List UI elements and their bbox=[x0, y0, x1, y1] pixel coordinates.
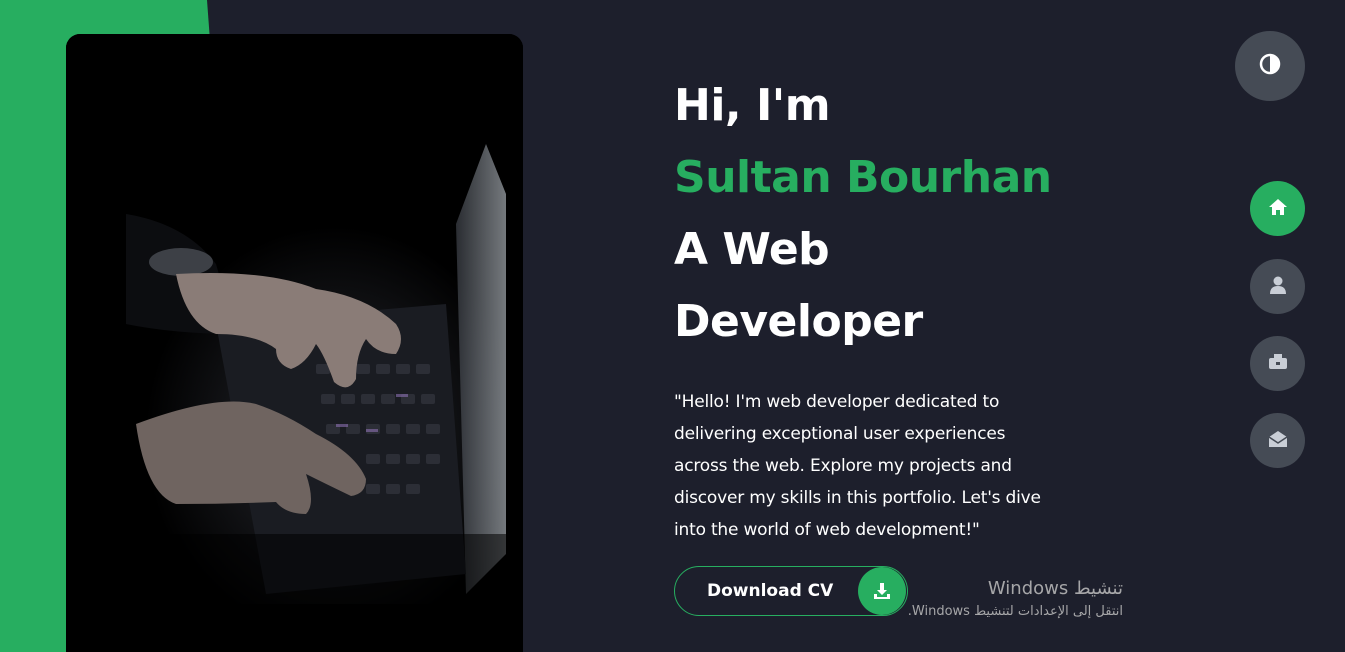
watermark-title: تنشيط Windows bbox=[987, 578, 1123, 599]
home-icon bbox=[1267, 197, 1289, 221]
windows-activation-watermark: تنشيط Windows انتقل إلى الإعدادات لتنشيط… bbox=[908, 578, 1123, 622]
watermark-subtitle: انتقل إلى الإعدادات لتنشيط Windows. bbox=[907, 604, 1123, 619]
hero-content: Hi, I'm Sultan Bourhan A Web Developer "… bbox=[674, 70, 1074, 616]
nav-home-button[interactable] bbox=[1250, 181, 1305, 236]
nav-about-button[interactable] bbox=[1250, 259, 1305, 314]
briefcase-icon bbox=[1268, 353, 1288, 375]
role-line-1: A Web bbox=[674, 224, 830, 275]
hero-heading: Hi, I'm Sultan Bourhan A Web Developer bbox=[674, 70, 1074, 358]
nav-portfolio-button[interactable] bbox=[1250, 336, 1305, 391]
intro-paragraph: "Hello! I'm web developer dedicated to d… bbox=[674, 392, 1041, 540]
greeting-text: Hi, I'm bbox=[674, 80, 831, 131]
user-icon bbox=[1269, 275, 1287, 299]
envelope-open-icon bbox=[1268, 429, 1288, 453]
theme-toggle-button[interactable] bbox=[1235, 31, 1305, 101]
download-cv-label: Download CV bbox=[707, 581, 834, 601]
contrast-icon bbox=[1259, 53, 1281, 79]
nav-contact-button[interactable] bbox=[1250, 413, 1305, 468]
hero-photo bbox=[66, 34, 523, 652]
role-line-2: Developer bbox=[674, 296, 923, 347]
download-icon bbox=[858, 567, 906, 615]
hero-name: Sultan Bourhan bbox=[674, 152, 1052, 203]
download-cv-button[interactable]: Download CV bbox=[674, 566, 908, 616]
